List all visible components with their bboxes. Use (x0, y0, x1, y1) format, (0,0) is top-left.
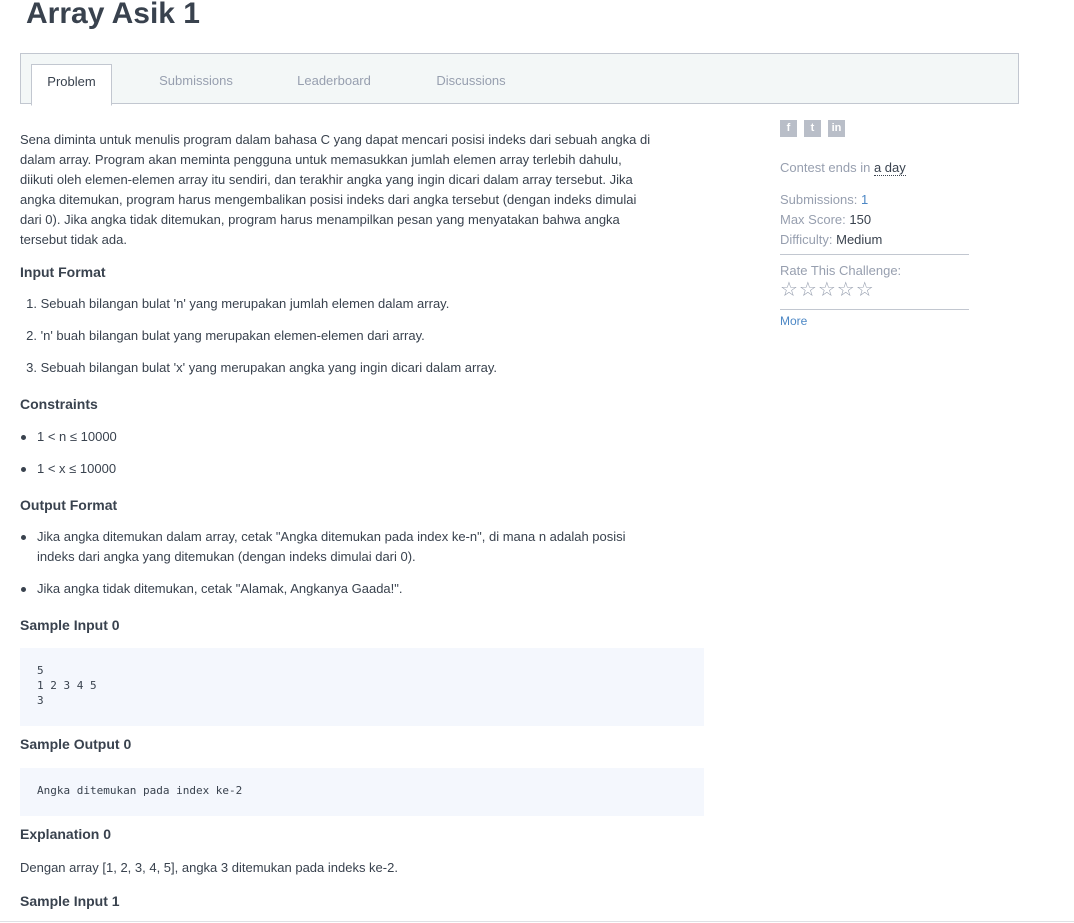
stat-label: Submissions: (780, 192, 858, 207)
challenge-sidebar: f t in Contest ends in a day Submissions… (780, 120, 969, 330)
output-format-heading: Output Format (20, 497, 118, 513)
challenge-stats: Submissions: 1 Max Score: 150 Difficulty… (780, 190, 969, 250)
facebook-icon[interactable]: f (780, 120, 797, 137)
divider (780, 309, 969, 310)
intro-line: Sena diminta untuk menulis program dalam… (20, 132, 651, 147)
rate-challenge-label: Rate This Challenge: (780, 263, 902, 278)
divider (0, 921, 1074, 922)
explanation-0-heading: Explanation 0 (20, 826, 112, 842)
sample-output-0-code: Angka ditemukan pada index ke-2 (20, 768, 704, 816)
input-format-heading: Input Format (20, 264, 106, 280)
list-text: Sebuah bilangan bulat 'n' yang merupakan… (40, 296, 450, 311)
list-text: Jika angka tidak ditemukan, cetak "Alama… (37, 581, 403, 596)
code-line: 3 (37, 694, 44, 707)
list-text: 'n' buah bilangan bulat yang merupakan e… (40, 328, 425, 343)
list-item: 1 < n ≤ 10000 (20, 427, 704, 447)
twitter-icon[interactable]: t (804, 120, 821, 137)
tab-problem[interactable]: Problem (31, 64, 112, 106)
list-number: 1. (26, 296, 37, 311)
sample-input-0-code: 5 1 2 3 4 5 3 (20, 648, 704, 726)
sample-input-1-heading: Sample Input 1 (20, 893, 120, 909)
intro-line: angka ditemukan, program harus mengembal… (20, 192, 637, 207)
divider (780, 254, 969, 255)
constraints-heading: Constraints (20, 396, 98, 412)
stat-submissions: Submissions: 1 (780, 190, 969, 210)
stat-difficulty: Difficulty: Medium (780, 230, 969, 250)
list-item: 2. 'n' buah bilangan bulat yang merupaka… (20, 326, 704, 346)
list-number: 2. (26, 328, 37, 343)
intro-line: diikuti oleh elemen-elemen array itu sen… (20, 172, 633, 187)
list-item: Jika angka tidak ditemukan, cetak "Alama… (20, 579, 704, 599)
page-title: Array Asik 1 (26, 0, 200, 30)
stat-label: Max Score: (780, 212, 846, 227)
input-format-list: 1. Sebuah bilangan bulat 'n' yang merupa… (20, 294, 704, 378)
code-line: 1 2 3 4 5 (37, 679, 97, 692)
tab-discussions[interactable]: Discussions (426, 64, 516, 106)
tab-leaderboard[interactable]: Leaderboard (289, 64, 379, 106)
list-item: 3. Sebuah bilangan bulat 'x' yang merupa… (20, 358, 704, 378)
code-line: Angka ditemukan pada index ke-2 (37, 784, 243, 797)
list-number: 3. (26, 360, 37, 375)
code-line: 5 (37, 664, 44, 677)
stat-max-score: Max Score: 150 (780, 210, 969, 230)
linkedin-icon[interactable]: in (828, 120, 845, 137)
explanation-0-text: Dengan array [1, 2, 3, 4, 5], angka 3 di… (20, 860, 398, 875)
problem-intro: Sena diminta untuk menulis program dalam… (20, 130, 704, 250)
list-text: Jika angka ditemukan dalam array, cetak … (37, 529, 626, 544)
stat-value: 150 (849, 212, 872, 227)
intro-line: tersebut tidak ada. (20, 232, 127, 247)
contest-ends-label: Contest ends in (780, 160, 871, 175)
challenge-tabs: Problem Submissions Leaderboard Discussi… (20, 53, 1019, 106)
constraints-list: 1 < n ≤ 10000 1 < x ≤ 10000 (20, 427, 704, 479)
intro-line: dari 0). Jika angka tidak ditemukan, pro… (20, 212, 620, 227)
contest-ends: Contest ends in a day (780, 158, 969, 178)
rating-stars[interactable]: ☆☆☆☆☆ (780, 280, 969, 300)
stat-value: Medium (836, 232, 883, 247)
sample-output-0-heading: Sample Output 0 (20, 736, 132, 752)
social-share: f t in (780, 120, 969, 137)
list-text: indeks dari angka yang ditemukan (dengan… (37, 549, 416, 564)
intro-line: dalam array. Program akan meminta penggu… (20, 152, 622, 167)
submissions-count-link[interactable]: 1 (861, 192, 868, 207)
list-item: 1. Sebuah bilangan bulat 'n' yang merupa… (20, 294, 704, 314)
tab-submissions[interactable]: Submissions (151, 64, 241, 106)
list-item: Jika angka ditemukan dalam array, cetak … (20, 527, 704, 567)
more-link[interactable]: More (780, 312, 969, 330)
sample-input-0-heading: Sample Input 0 (20, 617, 120, 633)
list-text: Sebuah bilangan bulat 'x' yang merupakan… (40, 360, 498, 375)
contest-ends-value[interactable]: a day (873, 160, 906, 176)
list-item: 1 < x ≤ 10000 (20, 459, 704, 479)
problem-statement: Sena diminta untuk menulis program dalam… (20, 130, 704, 911)
stat-label: Difficulty: (780, 232, 833, 247)
output-format-list: Jika angka ditemukan dalam array, cetak … (20, 527, 704, 599)
